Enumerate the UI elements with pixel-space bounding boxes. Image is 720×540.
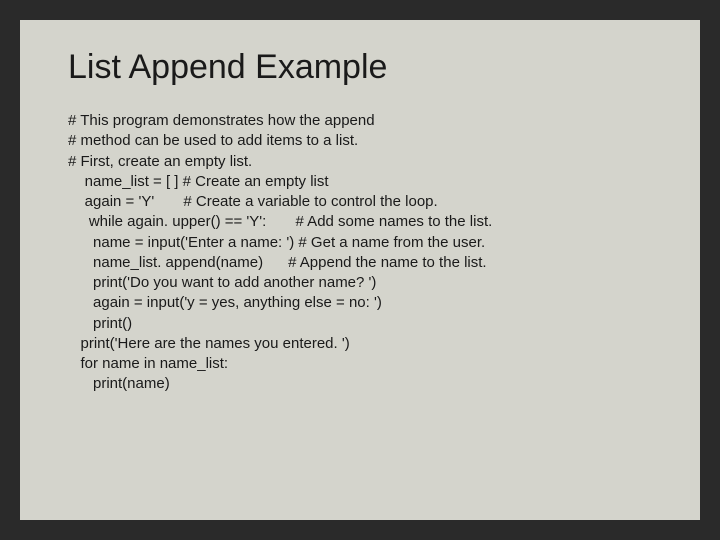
code-line: while again. upper() == 'Y': # Add some … xyxy=(68,213,492,230)
code-line: again = 'Y' # Create a variable to contr… xyxy=(68,193,438,210)
slide-title: List Append Example xyxy=(68,48,652,87)
code-block: # This program demonstrates how the appe… xyxy=(68,111,652,395)
code-line: # This program demonstrates how the appe… xyxy=(68,112,375,129)
code-line: # First, create an empty list. xyxy=(68,153,252,170)
code-line: name_list = [ ] # Create an empty list xyxy=(68,173,329,190)
code-line: name = input('Enter a name: ') # Get a n… xyxy=(68,234,485,251)
code-line: print('Do you want to add another name? … xyxy=(68,274,376,291)
code-line: # method can be used to add items to a l… xyxy=(68,132,358,149)
code-line: print(name) xyxy=(68,375,170,392)
code-line: print('Here are the names you entered. '… xyxy=(68,335,350,352)
code-line: again = input('y = yes, anything else = … xyxy=(68,294,382,311)
code-line: print() xyxy=(68,315,132,332)
code-line: for name in name_list: xyxy=(68,355,228,372)
slide: List Append Example # This program demon… xyxy=(20,20,700,520)
code-line: name_list. append(name) # Append the nam… xyxy=(68,254,487,271)
